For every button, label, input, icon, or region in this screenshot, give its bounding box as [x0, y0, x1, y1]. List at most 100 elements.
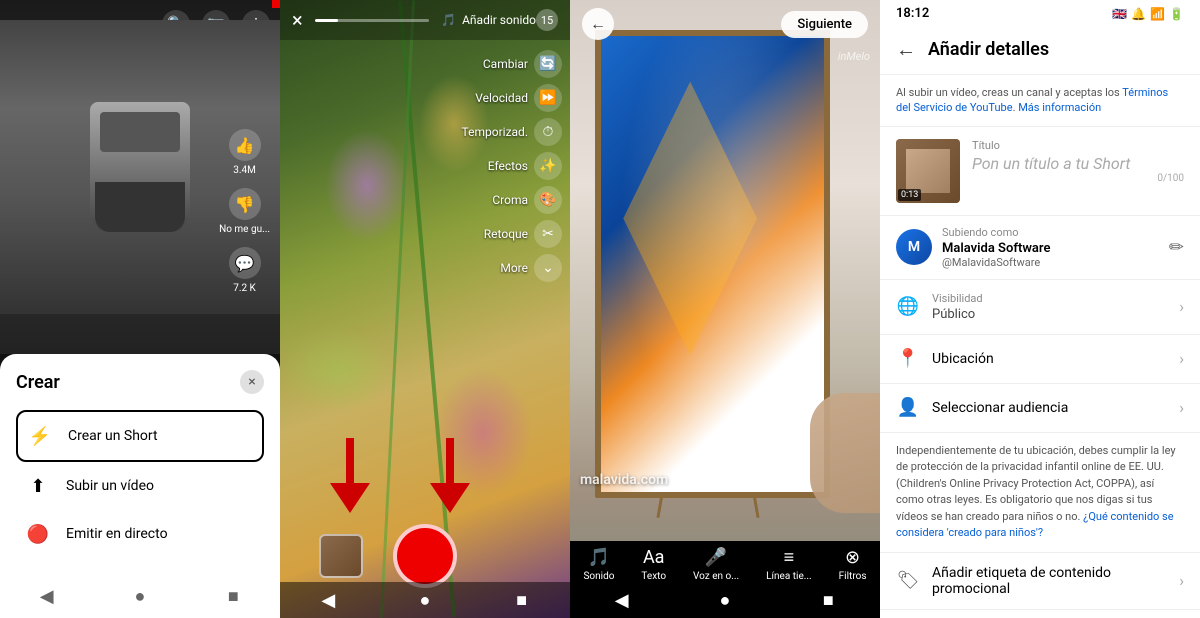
- child-protection-notice: Independientemente de tu ubicación, debe…: [880, 433, 1200, 553]
- sonido-label: Sonido: [583, 571, 614, 582]
- cambiar-icon: 🔄: [534, 50, 562, 78]
- tool-temporizador[interactable]: Temporizad. ⏱: [462, 118, 562, 146]
- video-area: 🔍 📷 ⋮ 👍 3.4M 👎 No me gu... 💬 7.2 K: [0, 0, 280, 354]
- watermark: inMelo: [838, 50, 870, 63]
- back-nav-p3[interactable]: ◀: [608, 586, 636, 614]
- promo-label: Añadir etiqueta de contenido promocional: [932, 565, 1167, 597]
- tool-cambiar[interactable]: Cambiar 🔄: [483, 50, 562, 78]
- recents-nav[interactable]: ■: [219, 582, 247, 610]
- gallery-thumbnail[interactable]: [319, 534, 363, 578]
- velocidad-icon: ⏩: [534, 84, 562, 112]
- panel3-nav: ◀ ● ■: [570, 582, 880, 618]
- user-name: Malavida Software: [942, 241, 1159, 256]
- tool-filtros[interactable]: ⊗ Filtros: [839, 547, 867, 582]
- home-nav-p3[interactable]: ●: [711, 586, 739, 614]
- tool-cambiar-label: Cambiar: [483, 57, 528, 71]
- record-button[interactable]: [393, 524, 457, 588]
- title-input[interactable]: Pon un título a tu Short: [972, 154, 1184, 173]
- tool-texto[interactable]: Aa Texto: [641, 547, 666, 582]
- title-field-label: Título: [972, 139, 1184, 152]
- preview-toolbar: 🎵 Sonido Aa Texto 🎤 Voz en o... ≡ Línea …: [570, 541, 880, 588]
- notice-text: Al subir un vídeo, creas un canal y acep…: [896, 86, 1122, 99]
- timer-counter: 15: [536, 9, 558, 31]
- upload-video-item[interactable]: ⬆ Subir un vídeo: [16, 462, 264, 510]
- tool-more[interactable]: More ⌄: [500, 254, 562, 282]
- home-nav[interactable]: ●: [126, 582, 154, 610]
- details-back-button[interactable]: ←: [896, 37, 916, 62]
- create-title: Crear: [16, 372, 60, 393]
- audience-row[interactable]: 👤 Seleccionar audiencia ›: [880, 384, 1200, 433]
- user-avatar: M: [896, 229, 932, 265]
- location-row[interactable]: 📍 Ubicación ›: [880, 335, 1200, 384]
- visibility-label: Visibilidad: [932, 292, 1167, 305]
- back-nav-p2[interactable]: ◀: [314, 586, 342, 614]
- comments-row[interactable]: 💬 Comentarios Desactivar comentarios ›: [880, 610, 1200, 618]
- char-count: 0/100: [972, 173, 1184, 184]
- camera-top-bar: × 🎵 Añadir sonido 15: [280, 0, 570, 40]
- live-stream-item[interactable]: 🔴 Emitir en directo: [16, 510, 264, 558]
- recents-nav-p3[interactable]: ■: [814, 586, 842, 614]
- status-bar: 18:12 🇬🇧 🔔 📶 🔋: [880, 0, 1200, 27]
- tool-velocidad-label: Velocidad: [475, 91, 528, 105]
- tool-temporizador-label: Temporizad.: [462, 125, 528, 139]
- status-time: 18:12: [896, 6, 929, 21]
- video-thumbnail: 0:13: [896, 139, 960, 203]
- video-title-area: Título Pon un título a tu Short 0/100: [972, 139, 1184, 184]
- details-title: Añadir detalles: [928, 39, 1049, 60]
- tool-retoque[interactable]: Retoque ✂: [484, 220, 562, 248]
- tool-velocidad[interactable]: Velocidad ⏩: [475, 84, 562, 112]
- live-label: Emitir en directo: [66, 526, 168, 542]
- create-panel: Crear × ⚡ Crear un Short ⬆ Subir un víde…: [0, 354, 280, 574]
- next-button[interactable]: Siguiente: [781, 11, 868, 38]
- status-icons: 🇬🇧 🔔 📶 🔋: [1112, 7, 1184, 21]
- camera-bottom-controls: [280, 524, 570, 588]
- location-chevron: ›: [1179, 349, 1184, 368]
- recents-nav-p2[interactable]: ■: [508, 586, 536, 614]
- visibility-chevron: ›: [1179, 297, 1184, 316]
- tool-linea[interactable]: ≡ Línea tie...: [766, 547, 812, 582]
- texto-label: Texto: [641, 571, 666, 582]
- camera-close-button[interactable]: ×: [292, 8, 303, 32]
- edit-account-icon[interactable]: ✏: [1169, 237, 1184, 258]
- recording-progress: [315, 19, 429, 22]
- filtros-icon: ⊗: [845, 547, 860, 568]
- tool-croma-label: Croma: [492, 193, 528, 207]
- promo-row[interactable]: 🏷 Añadir etiqueta de contenido promocion…: [880, 553, 1200, 610]
- tool-croma[interactable]: Croma 🎨: [492, 186, 562, 214]
- add-sound-button[interactable]: 🎵 Añadir sonido: [441, 13, 536, 27]
- home-nav-p2[interactable]: ●: [411, 586, 439, 614]
- tool-sonido[interactable]: 🎵 Sonido: [583, 547, 614, 582]
- more-info-link[interactable]: Más información: [1018, 101, 1101, 114]
- visibility-value: Público: [932, 307, 1167, 322]
- audience-label: Seleccionar audiencia: [932, 400, 1167, 416]
- dislike-action[interactable]: 👎 No me gu...: [219, 188, 270, 235]
- tos-notice: Al subir un vídeo, creas un canal y acep…: [880, 75, 1200, 127]
- music-icon: 🎵: [441, 13, 456, 27]
- comment-action[interactable]: 💬 7.2 K: [229, 247, 261, 294]
- uploading-as-row: M Subiendo como Malavida Software @Malav…: [880, 216, 1200, 280]
- promo-icon: 🏷: [896, 569, 920, 593]
- create-close-button[interactable]: ×: [240, 370, 264, 394]
- short-icon: ⚡: [26, 422, 54, 450]
- progress-fill: [315, 19, 338, 22]
- promo-chevron: ›: [1179, 571, 1184, 590]
- video-duration: 0:13: [898, 189, 921, 201]
- notification-icon: 🔔: [1131, 7, 1146, 21]
- preview-back-button[interactable]: ←: [582, 8, 614, 40]
- visibility-row[interactable]: 🌐 Visibilidad Público ›: [880, 280, 1200, 335]
- create-short-item[interactable]: ⚡ Crear un Short: [16, 410, 264, 462]
- texto-icon: Aa: [643, 547, 665, 568]
- tool-efectos[interactable]: Efectos ✨: [488, 152, 562, 180]
- linea-label: Línea tie...: [766, 571, 812, 582]
- like-action[interactable]: 👍 3.4M: [229, 129, 261, 176]
- tool-voz[interactable]: 🎤 Voz en o...: [693, 547, 739, 582]
- upload-label: Subir un vídeo: [66, 478, 154, 494]
- user-handle: @MalavidaSoftware: [942, 256, 1159, 269]
- efectos-icon: ✨: [534, 152, 562, 180]
- camera-tools: Cambiar 🔄 Velocidad ⏩ Temporizad. ⏱ Efec…: [462, 50, 562, 282]
- details-header: ← Añadir detalles: [880, 27, 1200, 75]
- back-nav[interactable]: ◀: [33, 582, 61, 610]
- red-arrow-2: [430, 438, 470, 518]
- voz-label: Voz en o...: [693, 571, 739, 582]
- wifi-icon: 📶: [1150, 7, 1165, 21]
